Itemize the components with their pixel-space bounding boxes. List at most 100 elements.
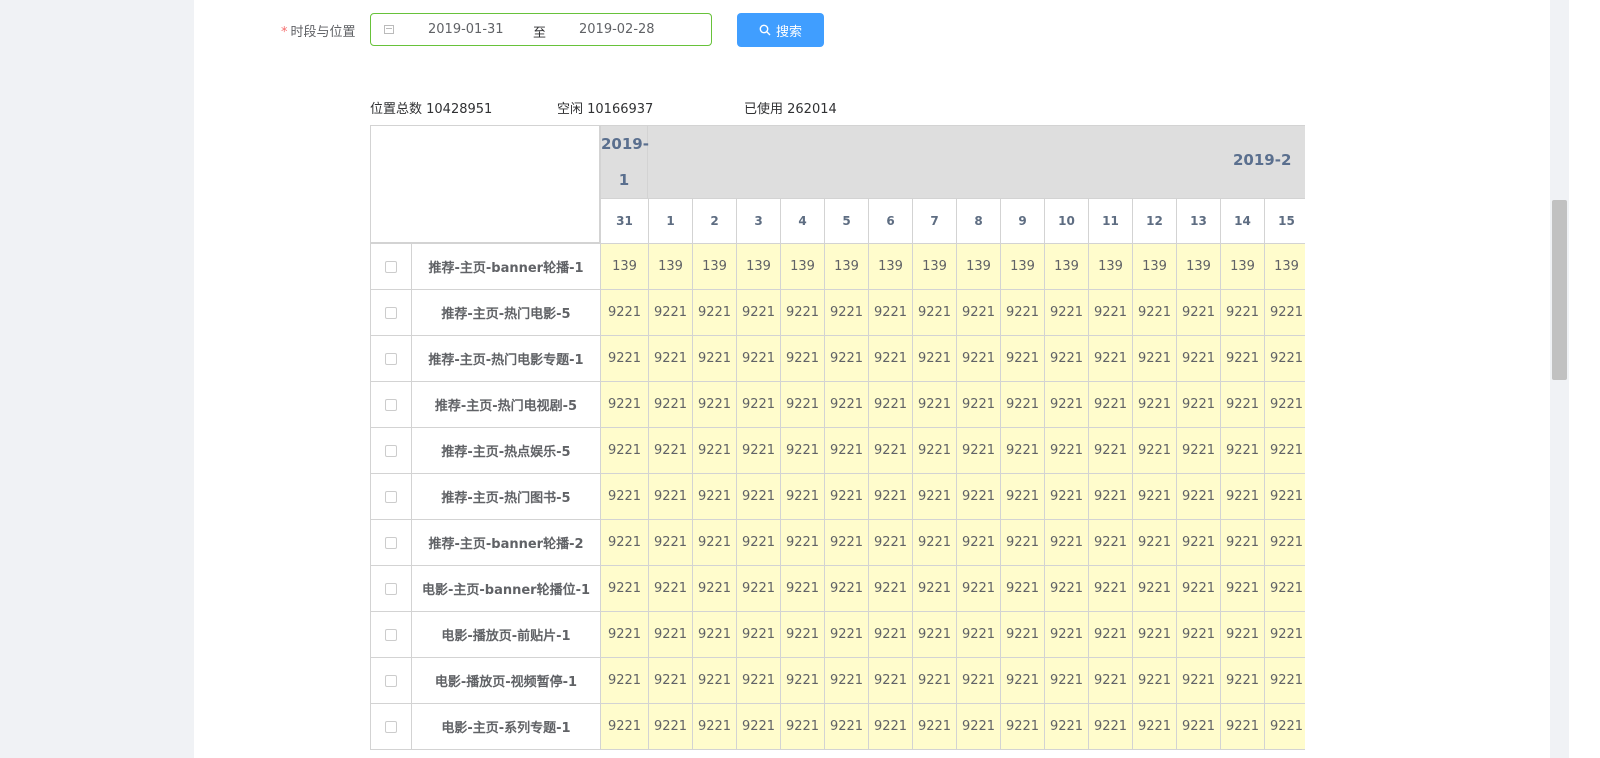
table-cell[interactable]: 9221: [1264, 611, 1305, 658]
table-cell[interactable]: 9221: [912, 289, 957, 336]
table-cell[interactable]: 9221: [1000, 611, 1045, 658]
table-cell[interactable]: 9221: [648, 427, 693, 474]
table-cell[interactable]: 9221: [1044, 611, 1089, 658]
table-cell[interactable]: 9221: [956, 381, 1001, 428]
table-cell[interactable]: 9221: [1220, 703, 1265, 750]
table-cell[interactable]: 9221: [1000, 427, 1045, 474]
vertical-scrollbar[interactable]: [1552, 200, 1567, 380]
table-cell[interactable]: 9221: [780, 381, 825, 428]
table-cell[interactable]: 9221: [736, 565, 781, 612]
table-cell[interactable]: 9221: [1220, 519, 1265, 566]
table-cell[interactable]: 9221: [956, 519, 1001, 566]
table-cell[interactable]: 9221: [1088, 427, 1133, 474]
table-cell[interactable]: 9221: [1088, 335, 1133, 382]
table-cell[interactable]: 9221: [1132, 657, 1177, 704]
date-range-picker[interactable]: 2019-01-31 至 2019-02-28: [370, 13, 712, 46]
table-cell[interactable]: 9221: [912, 473, 957, 520]
row-checkbox[interactable]: [370, 657, 412, 704]
table-cell[interactable]: 9221: [1220, 427, 1265, 474]
table-cell[interactable]: 9221: [868, 381, 913, 428]
table-cell[interactable]: 9221: [956, 289, 1001, 336]
table-cell[interactable]: 139: [1176, 243, 1221, 290]
table-cell[interactable]: 9221: [648, 335, 693, 382]
table-cell[interactable]: 9221: [956, 565, 1001, 612]
table-cell[interactable]: 9221: [1176, 703, 1221, 750]
table-cell[interactable]: 9221: [956, 611, 1001, 658]
table-cell[interactable]: 9221: [600, 335, 649, 382]
table-cell[interactable]: 139: [868, 243, 913, 290]
checkbox-box[interactable]: [385, 674, 397, 687]
table-cell[interactable]: 9221: [736, 335, 781, 382]
checkbox-box[interactable]: [385, 490, 397, 503]
table-cell[interactable]: 9221: [692, 611, 737, 658]
table-cell[interactable]: 9221: [1088, 473, 1133, 520]
table-cell[interactable]: 139: [600, 243, 649, 290]
table-cell[interactable]: 9221: [1044, 473, 1089, 520]
table-cell[interactable]: 9221: [1000, 381, 1045, 428]
table-cell[interactable]: 9221: [736, 473, 781, 520]
table-cell[interactable]: 9221: [736, 611, 781, 658]
table-cell[interactable]: 9221: [780, 611, 825, 658]
checkbox-box[interactable]: [385, 444, 397, 457]
table-cell[interactable]: 9221: [1000, 703, 1045, 750]
table-cell[interactable]: 9221: [1044, 657, 1089, 704]
table-cell[interactable]: 9221: [956, 657, 1001, 704]
table-cell[interactable]: 9221: [736, 289, 781, 336]
table-cell[interactable]: 9221: [868, 289, 913, 336]
table-cell[interactable]: 9221: [600, 427, 649, 474]
table-cell[interactable]: 9221: [692, 427, 737, 474]
search-button[interactable]: 搜索: [737, 13, 824, 47]
row-checkbox[interactable]: [370, 611, 412, 658]
table-cell[interactable]: 139: [1220, 243, 1265, 290]
checkbox-box[interactable]: [385, 536, 397, 549]
table-cell[interactable]: 9221: [648, 519, 693, 566]
table-cell[interactable]: 9221: [1264, 657, 1305, 704]
table-cell[interactable]: 9221: [824, 427, 869, 474]
table-cell[interactable]: 9221: [736, 519, 781, 566]
table-cell[interactable]: 9221: [1264, 381, 1305, 428]
row-checkbox[interactable]: [370, 703, 412, 750]
checkbox-box[interactable]: [385, 398, 397, 411]
table-cell[interactable]: 9221: [736, 381, 781, 428]
table-cell[interactable]: 9221: [648, 289, 693, 336]
table-cell[interactable]: 9221: [824, 473, 869, 520]
table-cell[interactable]: 9221: [824, 703, 869, 750]
table-cell[interactable]: 9221: [824, 565, 869, 612]
table-cell[interactable]: 9221: [1264, 703, 1305, 750]
table-cell[interactable]: 9221: [1264, 565, 1305, 612]
table-cell[interactable]: 139: [1044, 243, 1089, 290]
table-cell[interactable]: 9221: [868, 657, 913, 704]
table-cell[interactable]: 9221: [1176, 289, 1221, 336]
table-cell[interactable]: 9221: [1264, 335, 1305, 382]
table-cell[interactable]: 139: [1132, 243, 1177, 290]
table-cell[interactable]: 9221: [648, 565, 693, 612]
table-cell[interactable]: 9221: [780, 703, 825, 750]
table-cell[interactable]: 9221: [1132, 611, 1177, 658]
table-cell[interactable]: 9221: [1000, 519, 1045, 566]
table-cell[interactable]: 9221: [780, 473, 825, 520]
checkbox-box[interactable]: [385, 720, 397, 733]
table-cell[interactable]: 9221: [1000, 335, 1045, 382]
checkbox-box[interactable]: [385, 306, 397, 319]
table-cell[interactable]: 9221: [1220, 611, 1265, 658]
table-cell[interactable]: 9221: [1264, 289, 1305, 336]
table-cell[interactable]: 9221: [1000, 473, 1045, 520]
table-cell[interactable]: 9221: [912, 565, 957, 612]
row-checkbox[interactable]: [370, 243, 412, 290]
table-cell[interactable]: 139: [824, 243, 869, 290]
table-cell[interactable]: 9221: [1220, 289, 1265, 336]
table-cell[interactable]: 9221: [956, 427, 1001, 474]
table-cell[interactable]: 9221: [600, 381, 649, 428]
table-cell[interactable]: 9221: [1000, 565, 1045, 612]
row-checkbox[interactable]: [370, 381, 412, 428]
row-checkbox[interactable]: [370, 335, 412, 382]
table-cell[interactable]: 9221: [600, 611, 649, 658]
table-cell[interactable]: 9221: [600, 289, 649, 336]
table-cell[interactable]: 9221: [692, 657, 737, 704]
table-cell[interactable]: 139: [780, 243, 825, 290]
end-date-input[interactable]: 2019-02-28: [579, 22, 655, 37]
table-cell[interactable]: 9221: [736, 703, 781, 750]
table-cell[interactable]: 9221: [648, 657, 693, 704]
table-cell[interactable]: 9221: [600, 565, 649, 612]
checkbox-box[interactable]: [385, 352, 397, 365]
